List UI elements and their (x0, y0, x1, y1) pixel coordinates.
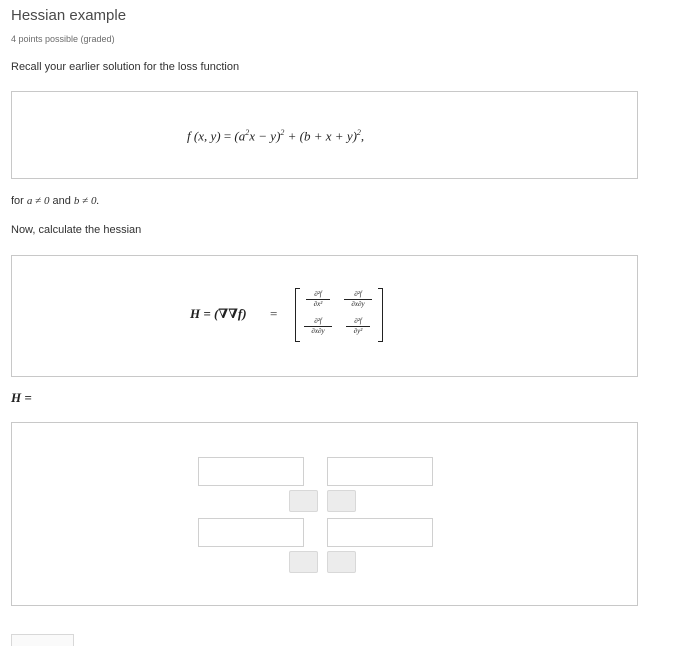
loss-function-box: f (x, y) = (a2x − y)2 + (b + x + y)2, (11, 91, 638, 179)
condition-prefix: for (11, 195, 27, 207)
loss-lhs: f (x, y) (187, 128, 221, 144)
loss-end: , (360, 128, 365, 144)
hessian-lhs: H = (∇∇f) (190, 306, 247, 322)
h21-input[interactable] (198, 518, 304, 547)
matrix-entry-12: ∂²f ∂x∂y (344, 290, 372, 309)
condition-b: b ≠ 0. (73, 195, 100, 207)
points-possible: 4 points possible (graded) (11, 34, 115, 44)
condition-text: for a ≠ 0 and b ≠ 0. (11, 195, 99, 207)
h11-input[interactable] (198, 457, 304, 486)
loss-term-b: x − y) (249, 128, 281, 144)
loss-term-c: + (b + x + y) (284, 128, 357, 144)
loss-function-equation: f (x, y) = (a2x − y)2 + (b + x + y)2, (187, 128, 364, 144)
h22-input[interactable] (327, 518, 433, 547)
h11-preview-button[interactable] (289, 490, 318, 512)
now-text: Now, calculate the hessian (11, 224, 142, 236)
h21-preview-button[interactable] (289, 551, 318, 573)
matrix-entry-22: ∂²f ∂y² (346, 317, 370, 336)
hessian-matrix: ∂²f ∂x² ∂²f ∂x∂y ∂²f ∂x∂y ∂²f ∂y² (295, 288, 383, 342)
matrix-entry-11: ∂²f ∂x² (306, 290, 330, 309)
loss-term-a: (a (234, 128, 246, 144)
problem-title: Hessian example (11, 7, 127, 24)
intro-text: Recall your earlier solution for the los… (11, 61, 240, 73)
hessian-lhs-text: H = (∇∇f) (190, 306, 247, 321)
answer-matrix-box (11, 422, 638, 606)
hessian-equals: = (270, 306, 278, 321)
condition-and: and (49, 195, 74, 207)
hessian-definition-box: H = (∇∇f) = ∂²f ∂x² ∂²f ∂x∂y ∂²f ∂x∂y ∂²… (11, 255, 638, 377)
h12-input[interactable] (327, 457, 433, 486)
matrix-entry-21: ∂²f ∂x∂y (304, 317, 332, 336)
loss-equals: = (223, 128, 232, 144)
condition-a: a ≠ 0 (26, 195, 50, 207)
h22-preview-button[interactable] (327, 551, 356, 573)
submit-button[interactable] (11, 634, 74, 646)
answer-label: H = (11, 390, 32, 406)
answer-label-text: H = (11, 390, 32, 405)
h12-preview-button[interactable] (327, 490, 356, 512)
